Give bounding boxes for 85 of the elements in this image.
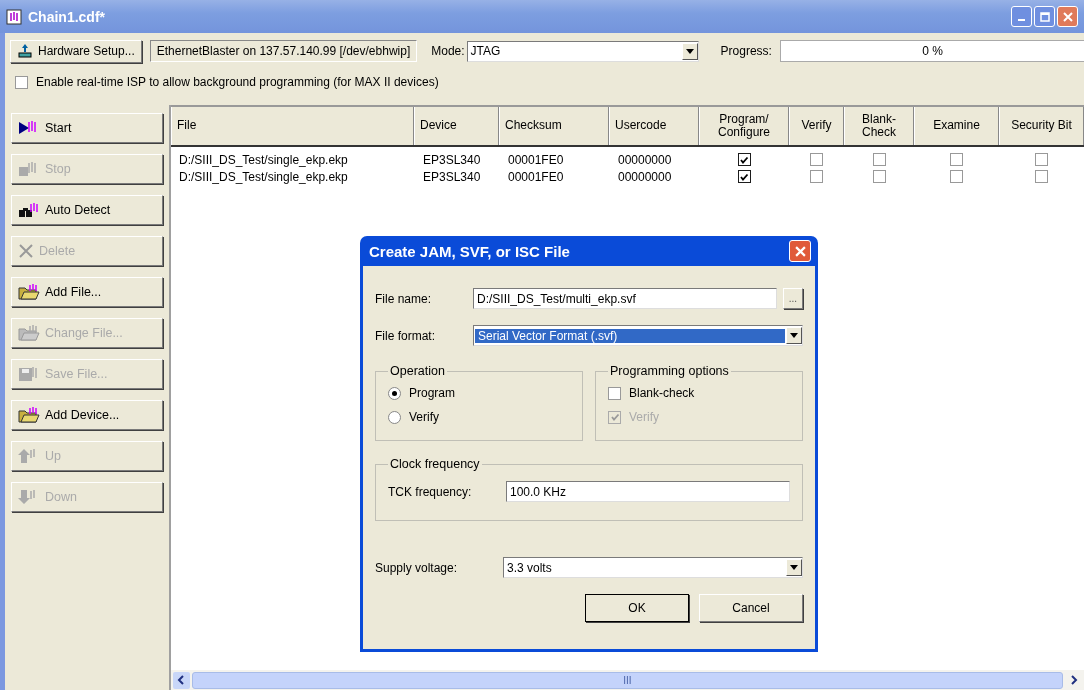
delete-icon (18, 243, 34, 259)
dialog-button[interactable]: OK (585, 594, 689, 622)
chevron-left-icon (177, 675, 186, 685)
radio-label: Program (409, 386, 455, 400)
table-checkbox[interactable] (810, 153, 823, 166)
side-button[interactable]: Start (11, 113, 163, 143)
column-header[interactable]: File (171, 107, 414, 145)
table-checkbox[interactable] (810, 170, 823, 183)
column-header[interactable]: Usercode (609, 107, 699, 145)
operation-group-title: Operation (389, 364, 446, 378)
table-checkbox[interactable] (950, 153, 963, 166)
programming-options-title: Programming options (609, 364, 730, 378)
supply-voltage-dropdown[interactable]: 3.3 volts (503, 557, 803, 578)
table-checkbox[interactable] (737, 153, 751, 166)
column-header[interactable]: Checksum (499, 107, 609, 145)
table-cell-text: EP3SL340 (422, 169, 482, 184)
side-button[interactable]: Add Device... (11, 400, 163, 430)
mode-label: Mode: (431, 44, 465, 58)
column-header[interactable]: Program/ Configure (699, 107, 789, 145)
folder-icon (18, 325, 40, 341)
side-button[interactable]: Add File... (11, 277, 163, 307)
maximize-icon (1039, 11, 1050, 22)
close-icon (1062, 11, 1073, 22)
browse-button[interactable]: ... (782, 288, 803, 309)
dialog-title: Create JAM, SVF, or ISC File (369, 242, 570, 260)
column-header[interactable]: Security Bit (999, 107, 1084, 145)
dropdown-arrow-icon (790, 565, 798, 570)
maximize-button[interactable] (1034, 6, 1055, 27)
table-checkbox[interactable] (872, 153, 886, 166)
file-format-dropdown[interactable]: Serial Vector Format (.svf) (473, 325, 803, 346)
minimize-icon (1018, 19, 1025, 21)
radio-button[interactable] (388, 410, 401, 424)
table-cell-text: D:/SIII_DS_Test/single_ekp.ekp (178, 152, 349, 167)
column-header[interactable]: Blank- Check (844, 107, 914, 145)
mode-dropdown[interactable]: JTAG (466, 40, 699, 62)
document-icon (6, 8, 22, 25)
clock-frequency-title: Clock frequency (389, 457, 481, 471)
checkbox[interactable] (608, 386, 621, 400)
close-button[interactable] (1057, 6, 1078, 27)
hardware-label: EthernetBlaster on 137.57.140.99 [/dev/ebhwip] (149, 40, 418, 62)
progress-value: 0 % (779, 40, 1084, 62)
hardware-icon (17, 43, 33, 59)
column-header[interactable]: Examine (914, 107, 999, 145)
table-cell-text: 00001FE0 (507, 152, 565, 167)
minimize-button[interactable] (1011, 6, 1032, 27)
supply-voltage-label: Supply voltage: (375, 560, 459, 575)
file-name-field[interactable]: D:/SIII_DS_Test/multi_ekp.svf (473, 288, 777, 309)
dialog-button[interactable]: Cancel (699, 594, 803, 622)
folder-icon (18, 407, 40, 423)
file-format-label: File format: (375, 328, 436, 343)
side-button[interactable]: Auto Detect (11, 195, 163, 225)
table-cell-text: EP3SL340 (422, 152, 482, 167)
folder-icon (18, 284, 40, 300)
scrollbar-thumb[interactable]: III (191, 671, 1064, 689)
tck-frequency-label: TCK frequency: (388, 484, 473, 499)
dropdown-arrow-icon (790, 333, 798, 338)
window-title: Chain1.cdf* (28, 8, 105, 25)
hardware-setup-button[interactable]: Hardware Setup... (10, 39, 142, 63)
floppy-disk-icon (18, 366, 40, 382)
table-cell-text: 00000000 (617, 169, 673, 184)
progress-label: Progress: (720, 44, 772, 58)
table-checkbox[interactable] (1035, 153, 1048, 166)
table-checkbox[interactable] (950, 170, 963, 183)
dropdown-arrow-icon (685, 48, 694, 54)
table-cell-text: 00000000 (617, 152, 673, 167)
scroll-left-button[interactable] (173, 671, 190, 689)
tck-frequency-field[interactable]: 100.0 KHz (506, 481, 790, 502)
column-header[interactable]: Verify (789, 107, 844, 145)
checkbox-label: Verify (629, 410, 659, 424)
binoculars-icon (18, 202, 40, 218)
radio-button[interactable] (388, 386, 401, 400)
file-name-label: File name: (375, 291, 433, 306)
table-checkbox[interactable] (737, 170, 751, 183)
table-cell-text: 00001FE0 (507, 169, 565, 184)
isp-option-label: Enable real-time ISP to allow background programming (for MAX II devices) (36, 75, 439, 89)
table-cell-text: D:/SIII_DS_Test/single_ekp.ekp (178, 169, 349, 184)
radio-label: Verify (409, 410, 439, 424)
table-checkbox[interactable] (1035, 170, 1048, 183)
close-icon (794, 245, 806, 257)
chevron-right-icon (1069, 675, 1078, 685)
isp-checkbox[interactable] (15, 75, 28, 89)
table-checkbox[interactable] (872, 170, 886, 183)
checkbox-label: Blank-check (629, 386, 695, 400)
column-header[interactable]: Device (414, 107, 499, 145)
close-button[interactable] (789, 240, 811, 262)
